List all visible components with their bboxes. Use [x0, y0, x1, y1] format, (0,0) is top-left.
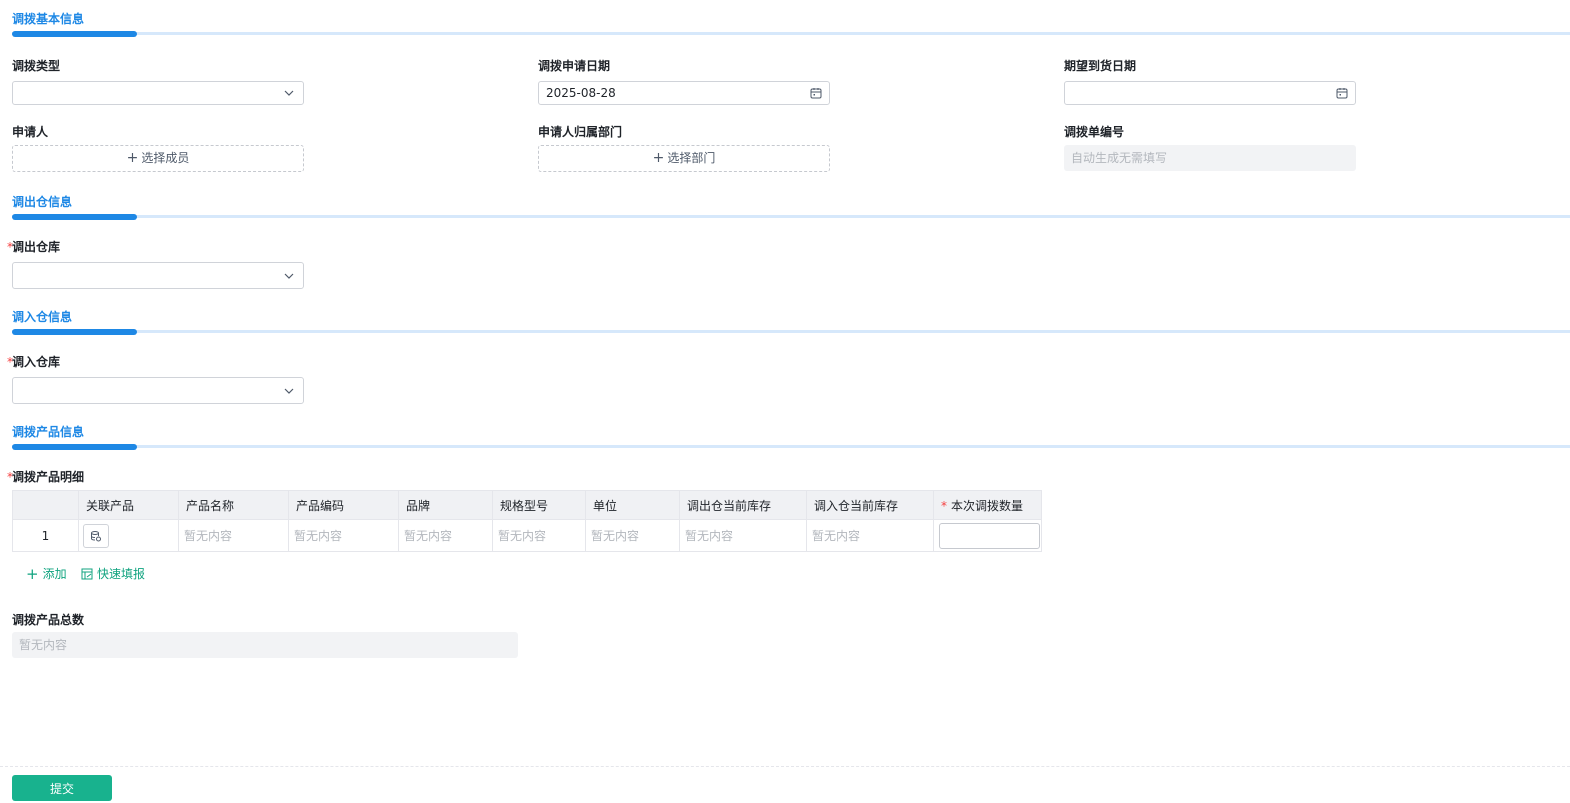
required-mark: *	[941, 498, 947, 513]
section-divider	[12, 445, 1570, 448]
product-total-value: 暂无内容	[12, 632, 518, 658]
column-header-unit: 单位	[585, 490, 680, 520]
column-header-brand: 品牌	[398, 490, 493, 520]
calendar-icon	[810, 88, 822, 99]
field-label: * 调拨产品明细	[7, 468, 212, 486]
transfer-type-field: 调拨类型	[12, 57, 304, 105]
spec-cell: 暂无内容	[492, 519, 586, 552]
section-title: 调拨产品信息	[12, 425, 85, 439]
column-header-linked-product: 关联产品	[78, 490, 179, 520]
submit-button[interactable]: 提交	[12, 775, 112, 801]
button-label: 选择部门	[667, 151, 716, 165]
section-divider-accent	[12, 31, 137, 37]
header-text: 本次调拨数量	[951, 498, 1024, 513]
calendar-icon	[1336, 88, 1348, 99]
applicant-dept-field: 申请人归属部门 + 选择部门	[538, 123, 830, 172]
chevron-down-icon	[284, 388, 294, 394]
column-header-index	[12, 490, 79, 520]
section-divider-accent	[12, 214, 137, 220]
select-member-button[interactable]: + 选择成员	[12, 145, 304, 172]
quick-fill-button[interactable]: 快速填报	[81, 565, 145, 582]
button-label: 快速填报	[97, 567, 146, 581]
out-warehouse-field: * 调出仓库	[7, 238, 304, 289]
column-header-spec: 规格型号	[492, 490, 586, 520]
placeholder-text: 自动生成无需填写	[1071, 151, 1168, 165]
required-mark: *	[7, 470, 13, 484]
order-no-field: 调拨单编号 自动生成无需填写	[1064, 123, 1356, 171]
qty-input[interactable]	[939, 522, 1040, 549]
select-product-button[interactable]	[83, 523, 109, 548]
field-label: * 调出仓库	[7, 238, 304, 256]
transfer-type-select[interactable]	[12, 81, 304, 105]
product-detail-table: 关联产品 产品名称 产品编码 品牌 规格型号 单位 调出仓当前库存 调入仓当前库…	[12, 490, 1042, 552]
label-text: 调出仓库	[12, 240, 61, 254]
section-divider-accent	[12, 444, 137, 450]
placeholder-text: 暂无内容	[19, 638, 68, 652]
column-header-product-code: 产品编码	[288, 490, 399, 520]
column-header-qty: * 本次调拨数量	[933, 490, 1042, 520]
row-index: 1	[12, 519, 79, 552]
required-mark: *	[7, 240, 13, 254]
select-dept-button[interactable]: + 选择部门	[538, 145, 830, 172]
table-edit-icon	[81, 568, 93, 579]
field-label: 申请人归属部门	[538, 125, 623, 139]
section-title: 调入仓信息	[12, 310, 73, 324]
label-text: 调拨产品明细	[12, 470, 85, 484]
in-warehouse-select[interactable]	[12, 377, 304, 404]
apply-date-picker[interactable]: 2025-08-28	[538, 81, 830, 105]
field-label: 调拨申请日期	[538, 59, 611, 73]
field-label: * 调入仓库	[7, 353, 304, 371]
applicant-field: 申请人 + 选择成员	[12, 123, 304, 172]
date-value: 2025-08-28	[546, 86, 616, 100]
apply-date-field: 调拨申请日期 2025-08-28	[538, 57, 830, 105]
field-label: 调拨产品总数	[12, 613, 85, 627]
button-label: 选择成员	[141, 151, 190, 165]
field-label: 期望到货日期	[1064, 59, 1137, 73]
section-divider	[12, 215, 1570, 218]
section-title: 调出仓信息	[12, 195, 73, 209]
in-warehouse-field: * 调入仓库	[7, 353, 304, 404]
product-name-cell: 暂无内容	[178, 519, 289, 552]
plus-icon: +	[126, 150, 139, 166]
in-stock-cell: 暂无内容	[806, 519, 934, 552]
product-total-field: 调拨产品总数 暂无内容	[12, 611, 518, 658]
table-header-row: 关联产品 产品名称 产品编码 品牌 规格型号 单位 调出仓当前库存 调入仓当前库…	[12, 490, 1042, 520]
field-label: 申请人	[12, 125, 49, 139]
qty-cell	[933, 519, 1042, 552]
label-text: 调入仓库	[12, 355, 61, 369]
database-icon	[91, 530, 101, 541]
chevron-down-icon	[284, 273, 294, 279]
column-header-product-name: 产品名称	[178, 490, 289, 520]
expect-date-picker[interactable]	[1064, 81, 1356, 105]
section-divider	[12, 32, 1570, 35]
field-label: 调拨单编号	[1064, 125, 1125, 139]
table-row: 1 暂无内容 暂无内容 暂无内容 暂无内容 暂无内容 暂无内容 暂无内容	[12, 519, 1042, 552]
footer-divider	[0, 766, 1570, 767]
button-label: 添加	[42, 567, 67, 581]
required-mark: *	[7, 355, 13, 369]
add-row-button[interactable]: + 添加	[26, 565, 67, 582]
expect-date-field: 期望到货日期	[1064, 57, 1356, 105]
section-title: 调拨基本信息	[12, 12, 85, 26]
product-code-cell: 暂无内容	[288, 519, 399, 552]
linked-product-cell	[78, 519, 179, 552]
product-detail-label-wrap: * 调拨产品明细	[7, 468, 212, 486]
section-divider	[12, 330, 1570, 333]
out-stock-cell: 暂无内容	[679, 519, 807, 552]
unit-cell: 暂无内容	[585, 519, 680, 552]
out-warehouse-select[interactable]	[12, 262, 304, 289]
column-header-in-stock: 调入仓当前库存	[806, 490, 934, 520]
plus-icon: +	[26, 564, 39, 583]
section-divider-accent	[12, 329, 137, 335]
field-label: 调拨类型	[12, 59, 61, 73]
brand-cell: 暂无内容	[398, 519, 493, 552]
column-header-out-stock: 调出仓当前库存	[679, 490, 807, 520]
order-no-input: 自动生成无需填写	[1064, 145, 1356, 171]
plus-icon: +	[652, 150, 665, 166]
chevron-down-icon	[284, 90, 294, 96]
